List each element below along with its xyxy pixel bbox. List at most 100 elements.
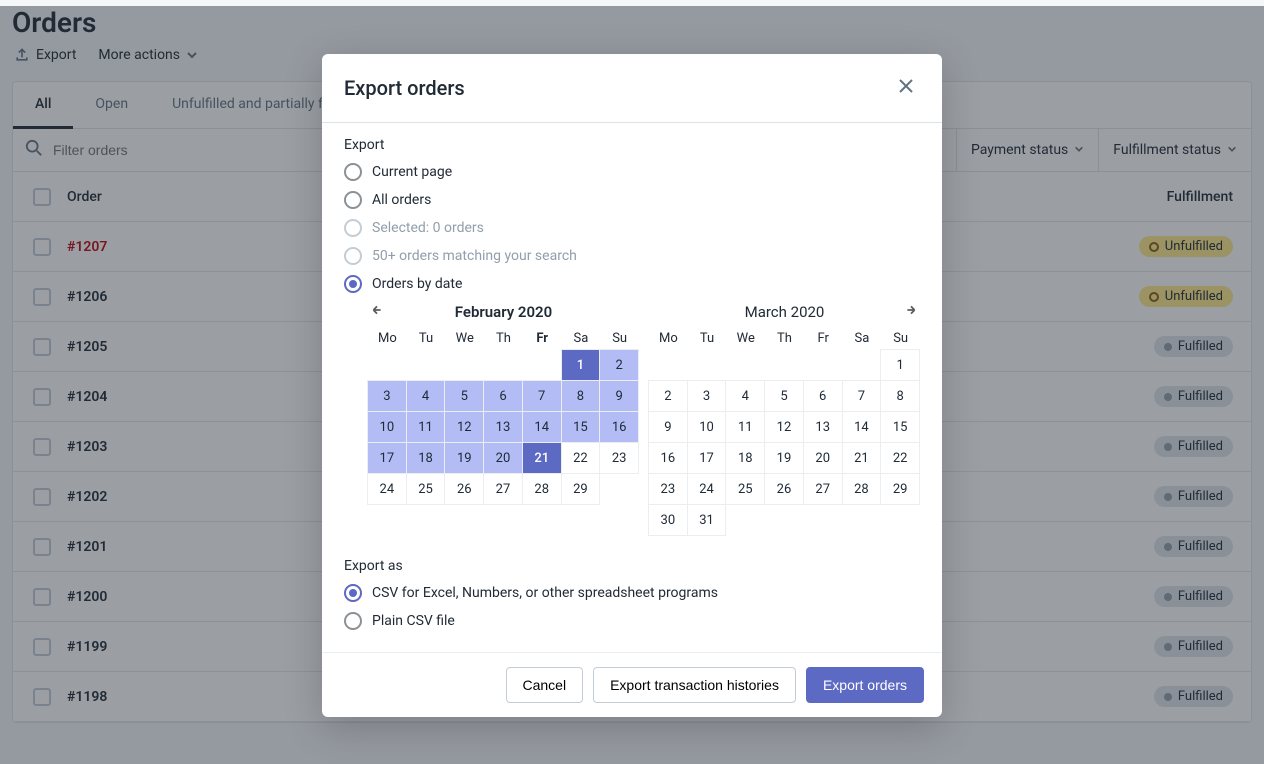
calendar-day[interactable]: 15 <box>561 411 601 443</box>
calendar-day[interactable]: 25 <box>406 473 446 505</box>
export-option[interactable]: Current page <box>344 163 920 181</box>
close-button[interactable] <box>892 72 920 104</box>
dow-label: Su <box>600 331 639 346</box>
calendar-day[interactable]: 28 <box>522 473 562 505</box>
calendar-day[interactable]: 13 <box>483 411 523 443</box>
calendar-day[interactable]: 20 <box>803 442 843 474</box>
calendar-day[interactable]: 2 <box>648 380 688 412</box>
calendar-day[interactable]: 12 <box>764 411 804 443</box>
calendar-day[interactable]: 15 <box>880 411 920 443</box>
calendar-day[interactable]: 17 <box>367 442 407 474</box>
calendar-day[interactable]: 5 <box>444 380 484 412</box>
radio-icon <box>344 247 362 265</box>
calendar-day[interactable]: 8 <box>561 380 601 412</box>
calendar-day[interactable]: 24 <box>687 473 727 505</box>
dow-label: Mo <box>649 331 688 346</box>
export-group-label: Export <box>344 137 920 153</box>
calendar-day[interactable]: 7 <box>842 380 882 412</box>
calendar-day[interactable]: 4 <box>406 380 446 412</box>
radio-label: CSV for Excel, Numbers, or other spreads… <box>372 585 718 601</box>
calendar: February 2020MoTuWeThFrSaSu1234567891011… <box>368 299 639 536</box>
calendar-day[interactable]: 19 <box>764 442 804 474</box>
calendar-day[interactable]: 20 <box>483 442 523 474</box>
calendar-day[interactable]: 26 <box>444 473 484 505</box>
radio-icon <box>344 191 362 209</box>
calendar-day[interactable]: 29 <box>561 473 601 505</box>
calendar-day[interactable]: 2 <box>599 349 639 381</box>
calendar-day[interactable]: 21 <box>842 442 882 474</box>
calendar-day[interactable]: 7 <box>522 380 562 412</box>
calendar-day[interactable]: 3 <box>687 380 727 412</box>
calendar-day[interactable]: 24 <box>367 473 407 505</box>
calendar-day[interactable]: 23 <box>648 473 688 505</box>
calendar-title: February 2020 <box>455 303 552 321</box>
calendar: March 2020MoTuWeThFrSaSu1234567891011121… <box>649 299 920 536</box>
calendar-day[interactable]: 22 <box>880 442 920 474</box>
calendar-day[interactable]: 18 <box>725 442 765 474</box>
dow-label: Fr <box>804 331 843 346</box>
calendar-day[interactable]: 22 <box>561 442 601 474</box>
calendar-day[interactable]: 16 <box>648 442 688 474</box>
calendar-day[interactable]: 11 <box>725 411 765 443</box>
calendar-day[interactable]: 25 <box>725 473 765 505</box>
export-orders-button[interactable]: Export orders <box>806 667 924 703</box>
calendar-day[interactable]: 11 <box>406 411 446 443</box>
calendar-day[interactable]: 14 <box>522 411 562 443</box>
calendar-day[interactable]: 30 <box>648 504 688 536</box>
dow-label: Su <box>881 331 920 346</box>
radio-label: Current page <box>372 164 452 180</box>
calendar-day[interactable]: 6 <box>483 380 523 412</box>
calendar-day[interactable]: 9 <box>599 380 639 412</box>
calendar-day[interactable]: 12 <box>444 411 484 443</box>
calendar-day[interactable]: 9 <box>648 411 688 443</box>
radio-icon <box>344 584 362 602</box>
calendar-day[interactable]: 16 <box>599 411 639 443</box>
radio-icon <box>344 612 362 630</box>
calendar-day[interactable]: 21 <box>522 442 562 474</box>
calendar-day[interactable]: 6 <box>803 380 843 412</box>
export-histories-button[interactable]: Export transaction histories <box>593 667 796 703</box>
calendar-day[interactable]: 1 <box>561 349 601 381</box>
calendar-day[interactable]: 4 <box>725 380 765 412</box>
calendar-day[interactable]: 3 <box>367 380 407 412</box>
calendar-day[interactable]: 27 <box>803 473 843 505</box>
calendar-day[interactable]: 17 <box>687 442 727 474</box>
dow-label: Fr <box>523 331 562 346</box>
dow-label: We <box>726 331 765 346</box>
calendar-day[interactable]: 8 <box>880 380 920 412</box>
export-option: 50+ orders matching your search <box>344 247 920 265</box>
close-icon <box>896 84 916 100</box>
dow-label: Mo <box>368 331 407 346</box>
dow-label: Tu <box>407 331 446 346</box>
cancel-button[interactable]: Cancel <box>506 667 584 703</box>
prev-month-button[interactable] <box>368 301 386 323</box>
calendar-day[interactable]: 29 <box>880 473 920 505</box>
calendar-day[interactable]: 19 <box>444 442 484 474</box>
export-as-option[interactable]: Plain CSV file <box>344 612 920 630</box>
dow-label: Th <box>484 331 523 346</box>
export-as-option[interactable]: CSV for Excel, Numbers, or other spreads… <box>344 584 920 602</box>
radio-label: Selected: 0 orders <box>372 220 484 236</box>
radio-label: 50+ orders matching your search <box>372 248 577 264</box>
calendar-day[interactable]: 10 <box>367 411 407 443</box>
calendar-day[interactable]: 13 <box>803 411 843 443</box>
calendar-day[interactable]: 26 <box>764 473 804 505</box>
calendar-day[interactable]: 14 <box>842 411 882 443</box>
modal-header: Export orders <box>322 54 942 123</box>
calendar-day[interactable]: 1 <box>880 349 920 381</box>
calendar-day[interactable]: 27 <box>483 473 523 505</box>
radio-icon <box>344 275 362 293</box>
export-as-label: Export as <box>344 558 920 574</box>
export-option[interactable]: All orders <box>344 191 920 209</box>
modal-footer: Cancel Export transaction histories Expo… <box>322 652 942 717</box>
next-month-button[interactable] <box>902 301 920 323</box>
calendar-day[interactable]: 28 <box>842 473 882 505</box>
modal-title: Export orders <box>344 76 465 100</box>
calendar-day[interactable]: 18 <box>406 442 446 474</box>
dow-label: We <box>445 331 484 346</box>
calendar-day[interactable]: 5 <box>764 380 804 412</box>
calendar-day[interactable]: 31 <box>687 504 727 536</box>
export-option[interactable]: Orders by date <box>344 275 920 293</box>
calendar-day[interactable]: 23 <box>599 442 639 474</box>
calendar-day[interactable]: 10 <box>687 411 727 443</box>
